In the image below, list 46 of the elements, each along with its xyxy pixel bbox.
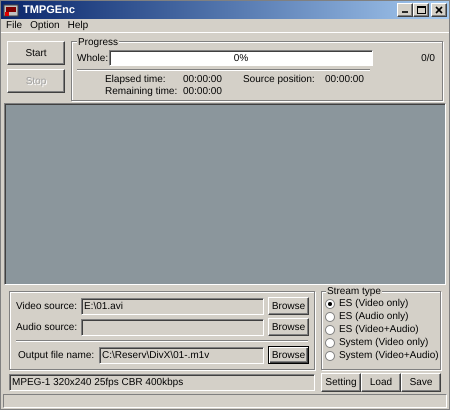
menu-item[interactable]: File	[6, 20, 22, 30]
radio-button[interactable]	[325, 350, 335, 360]
radio-button[interactable]	[325, 312, 335, 322]
input-field[interactable]	[81, 318, 264, 336]
radio-label[interactable]: System (Video+Audio)	[339, 349, 439, 362]
radio-label[interactable]: ES (Audio only)	[339, 310, 408, 323]
field-label: Audio source:	[16, 320, 78, 334]
app-icon	[3, 3, 19, 17]
start-button[interactable]: Start	[7, 41, 65, 65]
remaining-time: 00:00:00	[183, 86, 223, 98]
field-label: Whole:	[77, 52, 109, 66]
progress-percent: 0%	[234, 52, 248, 66]
progress-count: 0/0	[421, 52, 435, 66]
minimize-icon	[402, 11, 408, 13]
settings-summary: MPEG-1 320x240 25fps CBR 400kbps	[9, 374, 315, 391]
close-button[interactable]	[431, 3, 447, 17]
action-button[interactable]: Save	[401, 373, 441, 392]
browse-button[interactable]: Browse	[268, 318, 309, 336]
maximize-button[interactable]	[413, 3, 429, 17]
source-position: 00:00:00	[325, 74, 365, 86]
radio-label[interactable]: ES (Video only)	[339, 297, 408, 310]
browse-button[interactable]: Browse	[268, 297, 309, 315]
field-label: Output file name:	[18, 348, 96, 362]
radio-label[interactable]: ES (Video+Audio)	[339, 323, 419, 336]
input-field[interactable]: C:\Reserv\DivX\01-.m1v	[99, 346, 264, 364]
maximize-icon	[416, 6, 426, 14]
window-title: TMPGEnc	[23, 2, 75, 18]
browse-button[interactable]: Browse	[268, 346, 309, 364]
close-icon	[435, 6, 443, 14]
source-label: Source position:	[243, 74, 316, 86]
elapsed-time: 00:00:00	[183, 74, 223, 86]
menu-item[interactable]: Option	[30, 20, 60, 30]
radio-button[interactable]	[325, 338, 335, 348]
action-button[interactable]: Setting	[321, 373, 361, 392]
field-label: Video source:	[16, 300, 78, 314]
radio-button[interactable]	[325, 298, 335, 308]
menu-item[interactable]: Help	[68, 20, 88, 30]
action-button[interactable]: Load	[361, 373, 401, 392]
elapsed-label: Elapsed time:	[105, 74, 167, 86]
remaining-label: Remaining time:	[105, 86, 178, 98]
input-field[interactable]: E:\01.avi	[81, 298, 264, 314]
group-title: Stream type	[326, 285, 382, 298]
radio-button[interactable]	[325, 324, 335, 334]
minimize-button[interactable]	[397, 3, 413, 17]
group-title: Progress	[77, 35, 120, 50]
radio-label[interactable]: System (Video only)	[339, 336, 428, 349]
